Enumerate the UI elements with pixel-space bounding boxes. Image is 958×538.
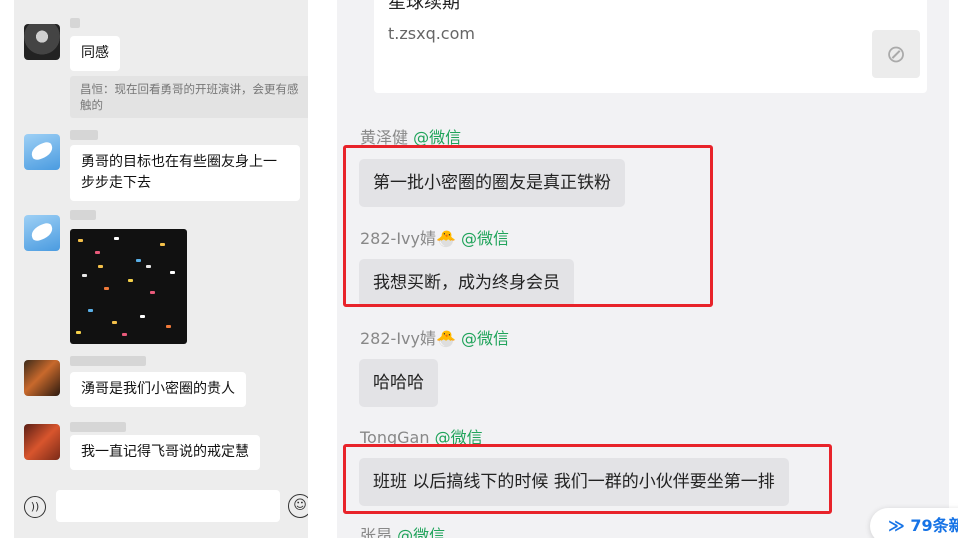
- message-bubble[interactable]: 勇哥的目标也在有些圈友身上一步步走下去: [70, 145, 300, 201]
- sparkle-photo[interactable]: [70, 229, 187, 344]
- sender-source: @微信: [461, 329, 510, 348]
- message-bubble[interactable]: 哈哈哈: [359, 359, 438, 407]
- sender-name-blurred: [70, 422, 126, 432]
- portrait-avatar[interactable]: [24, 24, 60, 60]
- voice-icon[interactable]: )): [24, 496, 46, 518]
- fire-avatar[interactable]: [24, 360, 60, 396]
- sender-name-blurred: [70, 210, 96, 220]
- sender-line: 282-Ivy婧🐣 @微信: [360, 329, 509, 349]
- sender-name-blurred: [70, 130, 98, 140]
- message-input[interactable]: [56, 490, 280, 522]
- sender-name[interactable]: 282-Ivy婧🐣: [360, 329, 456, 348]
- new-messages-button[interactable]: ≫ 79条新: [870, 508, 958, 538]
- emoji-icon[interactable]: ☺: [288, 494, 308, 518]
- double-chevron-down-icon: ≫: [888, 516, 905, 535]
- link-card-title: 星球续期: [388, 0, 460, 13]
- highlight-box: [343, 145, 713, 307]
- dove-avatar[interactable]: [24, 215, 60, 251]
- link-card[interactable]: 星球续期 t.zsxq.com ⊘: [374, 0, 927, 93]
- sunset-avatar[interactable]: [24, 424, 60, 460]
- new-messages-label: 79条新: [910, 516, 958, 535]
- sender-source: @微信: [397, 526, 446, 538]
- highlight-box: [343, 444, 832, 514]
- dove-avatar[interactable]: [24, 134, 60, 170]
- quoted-reply[interactable]: 昌恒：现在回看勇哥的开班演讲，会更有感触的: [70, 76, 308, 118]
- message-bubble[interactable]: 湧哥是我们小密圈的贵人: [70, 372, 246, 407]
- chat-panel-left: 同感 昌恒：现在回看勇哥的开班演讲，会更有感触的 勇哥的目标也在有些圈友身上一步…: [14, 0, 308, 538]
- sender-name[interactable]: 张昂: [360, 526, 392, 538]
- message-bubble[interactable]: 我一直记得飞哥说的戒定慧: [70, 435, 260, 470]
- sender-line: 张昂 @微信: [360, 526, 445, 538]
- link-card-url: t.zsxq.com: [388, 24, 475, 43]
- sender-name-blurred: [70, 356, 146, 366]
- message-bubble[interactable]: 同感: [70, 36, 120, 71]
- link-icon: ⊘: [872, 30, 920, 78]
- sender-name-blurred: [70, 18, 80, 28]
- chat-panel-right: 星球续期 t.zsxq.com ⊘ 黄泽健 @微信 第一批小密圈的圈友是真正铁粉…: [321, 0, 958, 538]
